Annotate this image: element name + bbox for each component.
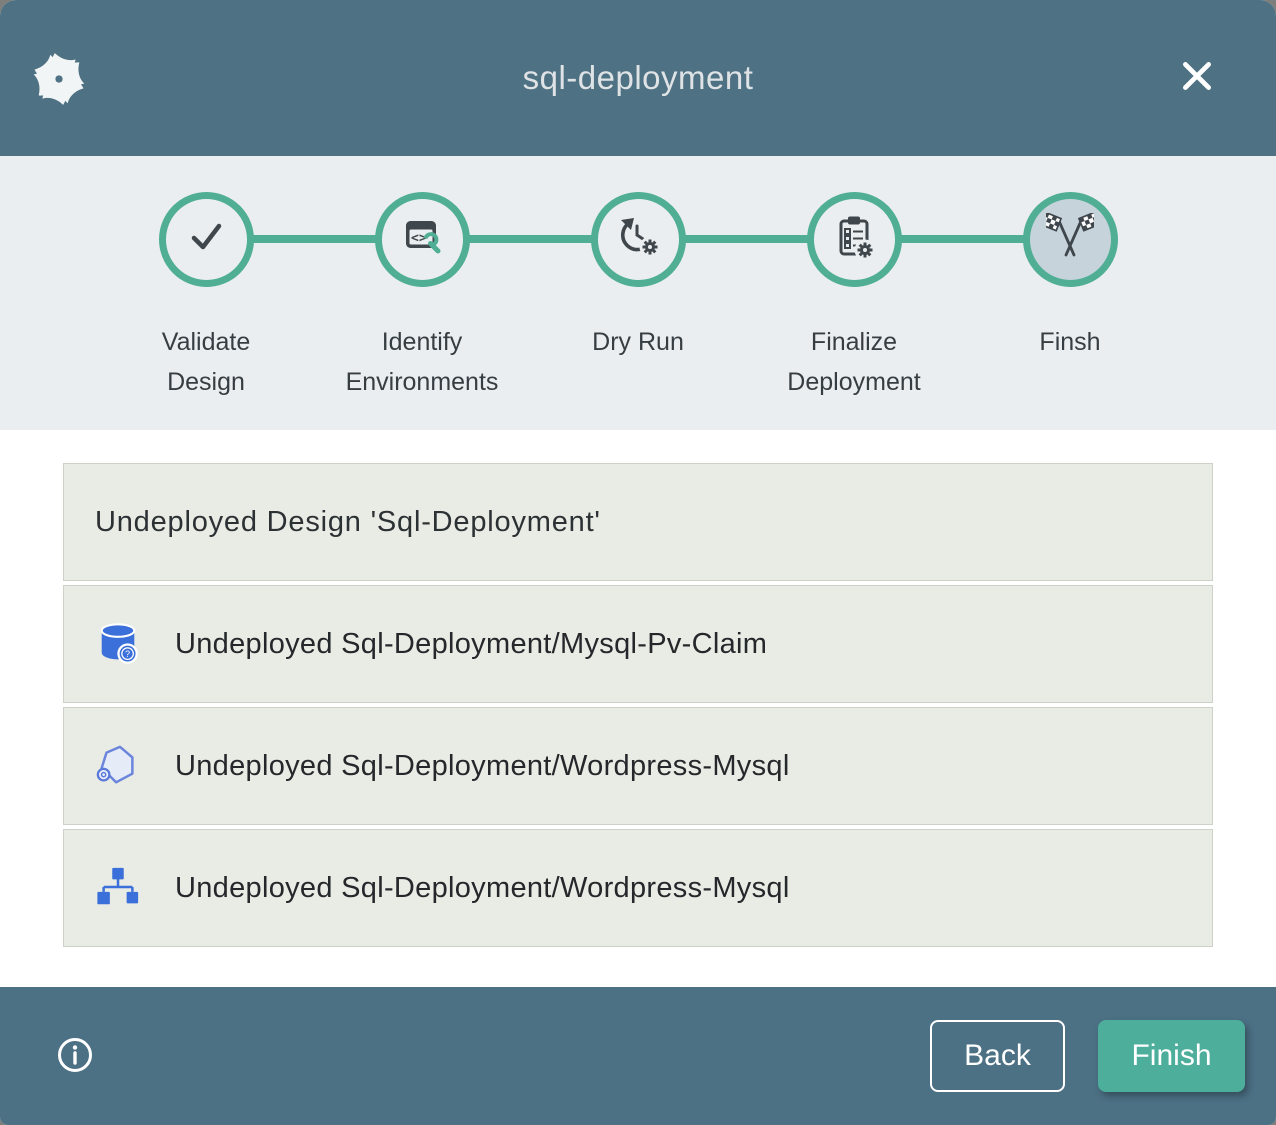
results-panel: Undeployed Design 'Sql-Deployment' ? Und… (0, 430, 1276, 987)
pod-icon (95, 743, 141, 789)
check-icon (182, 213, 230, 266)
finish-button[interactable]: Finish (1098, 1020, 1245, 1092)
info-icon (55, 1063, 95, 1078)
wizard-stepper: Validate Design <> Identify Environme (0, 156, 1276, 430)
clipboard-gear-icon (830, 213, 878, 266)
step-finalize-deployment[interactable]: Finalize Deployment (746, 156, 962, 430)
cycle-gear-icon (614, 213, 662, 266)
step-validate-design[interactable]: Validate Design (98, 156, 314, 430)
close-button[interactable] (1176, 56, 1218, 98)
step-dry-run[interactable]: Dry Run (530, 156, 746, 430)
database-icon: ? (95, 621, 141, 667)
step-circle-active (1023, 192, 1118, 287)
step-label: Identify Environments (337, 322, 507, 402)
step-label: Finsh (1039, 322, 1100, 362)
step-circle (591, 192, 686, 287)
info-button[interactable] (53, 1034, 97, 1078)
svg-text:?: ? (125, 649, 130, 659)
action-bar: Back Finish (0, 987, 1276, 1125)
step-identify-environments[interactable]: <> Identify Environments (314, 156, 530, 430)
list-item-text: Undeployed Sql-Deployment/Wordpress-Mysq… (175, 750, 790, 783)
step-label: Validate Design (121, 322, 291, 402)
list-item-wordpress-mysql-tree: Undeployed Sql-Deployment/Wordpress-Mysq… (63, 829, 1213, 947)
list-item-wordpress-mysql-pod: Undeployed Sql-Deployment/Wordpress-Mysq… (63, 707, 1213, 825)
step-finish[interactable]: Finsh (962, 156, 1178, 430)
deployment-wizard-dialog: sql-deployment Validate Design (0, 0, 1276, 1125)
svg-text:<>: <> (411, 231, 427, 246)
step-circle: <> (375, 192, 470, 287)
list-item-text: Undeployed Sql-Deployment/Wordpress-Mysq… (175, 872, 790, 905)
checkered-flags-icon (1046, 213, 1094, 266)
close-icon (1178, 57, 1216, 98)
dialog-title: sql-deployment (523, 59, 754, 97)
step-label: Dry Run (592, 322, 684, 362)
tree-icon (95, 865, 141, 911)
list-item-text: Undeployed Design 'Sql-Deployment' (95, 506, 601, 539)
list-item-design-header: Undeployed Design 'Sql-Deployment' (63, 463, 1213, 581)
list-item-text: Undeployed Sql-Deployment/Mysql-Pv-Claim (175, 628, 767, 661)
title-bar: sql-deployment (0, 0, 1276, 156)
step-circle (159, 192, 254, 287)
step-label: Finalize Deployment (769, 322, 939, 402)
back-button[interactable]: Back (930, 1020, 1065, 1092)
app-logo-icon (30, 50, 88, 108)
step-circle (807, 192, 902, 287)
list-item-mysql-pv-claim: ? Undeployed Sql-Deployment/Mysql-Pv-Cla… (63, 585, 1213, 703)
code-window-wrench-icon: <> (398, 213, 446, 266)
